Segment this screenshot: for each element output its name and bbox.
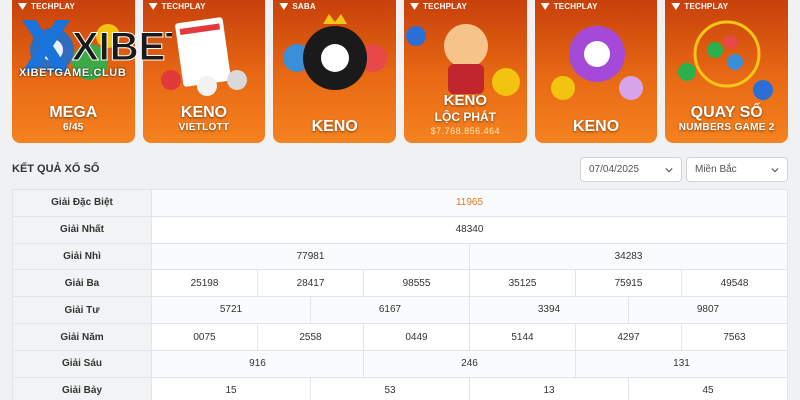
prize-value: 5721 xyxy=(152,297,311,324)
prize-label: Giải Tư xyxy=(12,296,152,325)
prize-value: 15 xyxy=(152,377,311,400)
keno-balls-art xyxy=(550,26,643,100)
chevron-down-icon xyxy=(665,167,673,172)
prize-value: 916 xyxy=(151,349,364,378)
prize-value: 0449 xyxy=(363,323,470,351)
chevron-down-icon xyxy=(771,167,779,172)
prize-value: 9807 xyxy=(696,304,720,316)
techplay-logo-icon xyxy=(671,3,681,10)
prize-label: Giải Năm xyxy=(12,323,152,351)
keno-8-ball-art xyxy=(283,14,388,90)
prize-value: 131 xyxy=(575,349,788,378)
prize-label: Giải Ba xyxy=(12,269,152,298)
table-row: Giải Nhất 48340 xyxy=(12,215,788,244)
prize-value: 11965 xyxy=(151,189,788,217)
prize-value: 13 xyxy=(470,377,629,400)
prize-label: Giải Nhất xyxy=(12,215,152,244)
card-subtitle: VIETLOTT xyxy=(178,122,230,133)
prize-value: 2558 xyxy=(257,323,364,351)
table-row: Giải Năm 0075 2558 0449 5144 4297 7563 xyxy=(12,323,788,351)
prize-value: 75915 xyxy=(575,269,682,298)
prize-label: Giải Bảy xyxy=(12,376,152,400)
card-title: QUAY SỐ xyxy=(690,104,763,121)
jackpot-amount: $7.768.856.464 xyxy=(430,126,501,136)
techplay-logo-icon xyxy=(148,3,158,10)
card-subtitle: NUMBERS GAME 2 xyxy=(678,122,775,133)
prize-value: 49548 xyxy=(681,269,788,298)
saba-logo-icon xyxy=(279,3,289,10)
table-row: Giải Tư 5721 6167 3394 9807 xyxy=(12,296,788,325)
prize-value: 6167 xyxy=(311,297,470,324)
results-table: Giải Đặc Biệt 11965 Giải Nhất 48340 Giải… xyxy=(12,189,788,400)
prize-value: 25198 xyxy=(151,269,258,298)
prize-value: 77981 xyxy=(151,242,470,271)
keno-ticket-art xyxy=(160,17,247,96)
table-row: Giải Đặc Biệt 11965 xyxy=(12,189,788,217)
prize-label: Giải Nhì xyxy=(12,242,152,271)
region-select[interactable]: Miền Bắc xyxy=(686,157,788,182)
prize-value: 53 xyxy=(311,377,470,400)
game-card-mega-645[interactable]: TECHPLAY MEGA 6/45 xyxy=(12,0,135,143)
card-title: KENO xyxy=(443,92,488,109)
techplay-logo-icon xyxy=(540,3,550,10)
game-card-keno-techplay[interactable]: TECHPLAY KENO xyxy=(534,0,658,143)
card-subtitle: 6/45 xyxy=(63,122,84,133)
date-value: 07/04/2025 xyxy=(589,164,640,175)
card-title: KENO xyxy=(180,104,228,121)
card-title: KENO xyxy=(572,118,620,135)
table-row: Giải Nhì 77981 34283 xyxy=(12,242,788,271)
prize-value: 28417 xyxy=(257,269,364,298)
region-value: Miền Bắc xyxy=(695,164,737,175)
prize-value: 48340 xyxy=(151,215,788,244)
techplay-logo-icon xyxy=(18,3,27,10)
table-row: Giải Sáu 916 246 131 xyxy=(12,349,788,378)
prize-value: 3394 xyxy=(470,297,629,324)
mega-balls-art xyxy=(30,24,120,80)
prize-values-quad: 15 53 13 45 xyxy=(151,376,788,400)
card-subtitle: LỘC PHÁT xyxy=(434,110,497,124)
game-card-keno-vietlott[interactable]: TECHPLAY KENO VIETLOTT xyxy=(142,0,266,143)
prize-label: Giải Sáu xyxy=(12,349,152,378)
prize-value: 4297 xyxy=(575,323,682,351)
results-title: KẾT QUẢ XỔ SỐ xyxy=(12,163,100,175)
prize-values-quad: 5721 6167 3394 9807 xyxy=(151,296,788,325)
game-cards-row: TECHPLAY MEGA 6/45 TECHPLAY KENO VIETLOT… xyxy=(12,0,789,143)
prize-value: 0075 xyxy=(151,323,258,351)
game-card-keno-saba[interactable]: SABA KENO xyxy=(273,0,397,143)
game-card-keno-loc-phat[interactable]: TECHPLAY KENO LỘC PHÁT $7.768.856.464 xyxy=(404,0,527,143)
game-card-quay-so[interactable]: TECHPLAY QUAY SỐ NUMBERS GAME 2 xyxy=(665,0,789,143)
prize-value: 5144 xyxy=(469,323,576,351)
card-title: KENO xyxy=(311,118,358,135)
table-row: Giải Ba 25198 28417 98555 35125 75915 49… xyxy=(12,269,788,298)
card-title: MEGA xyxy=(49,104,98,121)
prize-label: Giải Đặc Biệt xyxy=(12,189,152,217)
prize-value: 7563 xyxy=(681,323,788,351)
table-row: Giải Bảy 15 53 13 45 xyxy=(12,376,788,400)
prize-value: 34283 xyxy=(469,242,788,271)
prize-value: 98555 xyxy=(363,269,470,298)
prize-value: 246 xyxy=(363,349,576,378)
date-select[interactable]: 07/04/2025 xyxy=(580,157,682,182)
keno-loc-phat-art xyxy=(406,24,521,96)
techplay-logo-icon xyxy=(410,3,420,10)
prize-value: 45 xyxy=(702,384,714,396)
lottery-cage-art xyxy=(678,20,774,100)
prize-value: 35125 xyxy=(469,269,576,298)
